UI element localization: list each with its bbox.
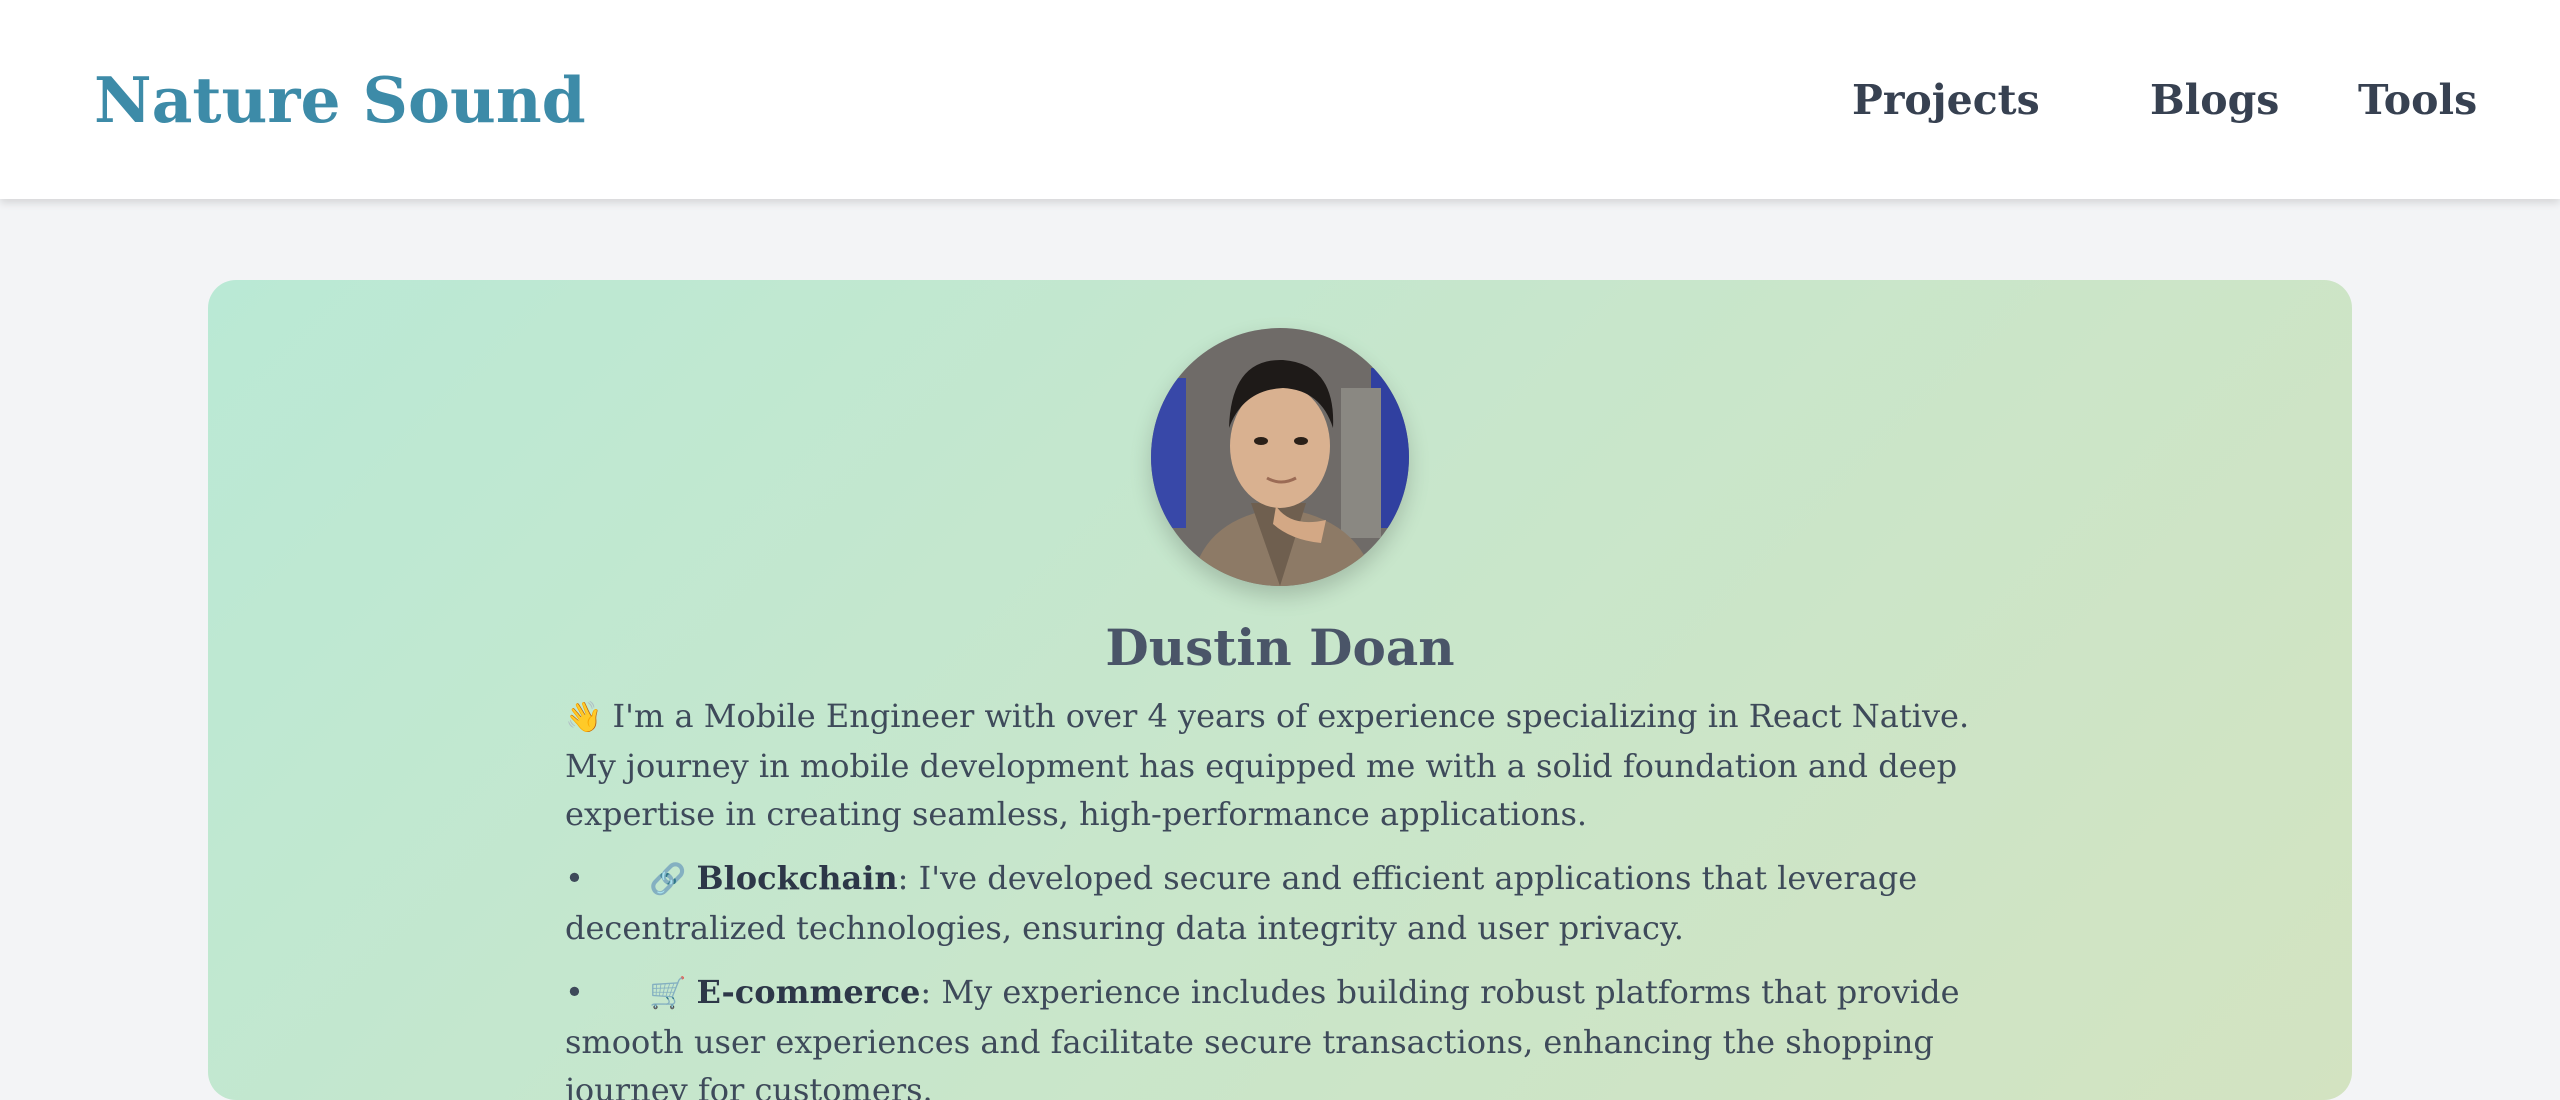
shopping-cart-icon: 🛒 (649, 976, 687, 1011)
profile-bio: 👋 I'm a Mobile Engineer with over 4 year… (565, 692, 2005, 1100)
waving-hand-icon: 👋 (565, 700, 603, 735)
skills-list: • 🔗 Blockchain: I've developed secure an… (565, 854, 2005, 1100)
list-item: • 🛒 E-commerce: My experience includes b… (565, 968, 2005, 1100)
profile-photo-icon (1151, 328, 1409, 586)
link-icon: 🔗 (649, 862, 687, 897)
bullet-icon: • (565, 859, 584, 897)
avatar (1151, 328, 1409, 586)
nav-link-tools[interactable]: Tools (2358, 72, 2477, 128)
bullet-icon: • (565, 973, 584, 1011)
skill-title-ecommerce: E-commerce (696, 973, 921, 1011)
site-logo-link[interactable]: Nature Sound (94, 62, 586, 138)
profile-name: Dustin Doan (1105, 618, 1455, 677)
bio-intro-text: I'm a Mobile Engineer with over 4 years … (565, 697, 1970, 833)
nav-link-blogs[interactable]: Blogs (2150, 72, 2279, 128)
bio-intro: 👋 I'm a Mobile Engineer with over 4 year… (565, 692, 2005, 838)
nav-link-projects[interactable]: Projects (1852, 72, 2040, 128)
list-item: • 🔗 Blockchain: I've developed secure an… (565, 854, 2005, 952)
skill-title-blockchain: Blockchain (696, 859, 898, 897)
site-header: Nature Sound Projects Blogs Tools (0, 0, 2560, 199)
profile-card: Dustin Doan 👋 I'm a Mobile Engineer with… (208, 280, 2352, 1100)
